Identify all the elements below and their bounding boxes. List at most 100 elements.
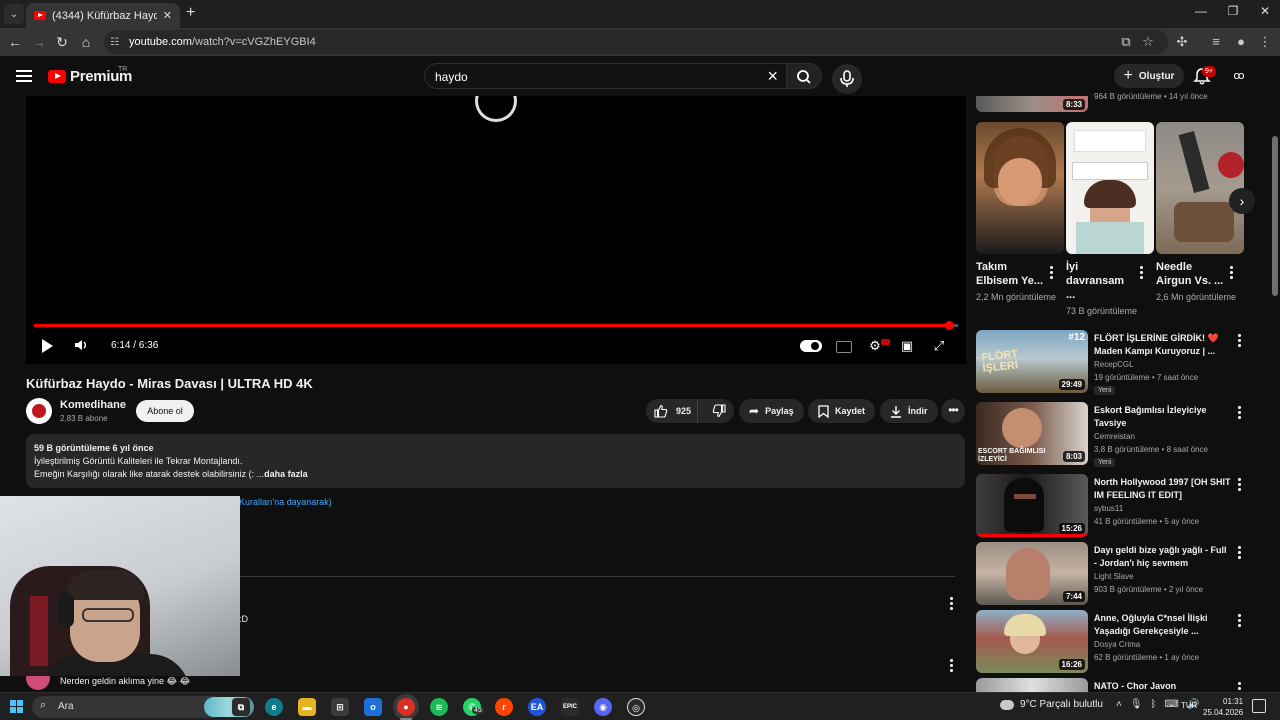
shorts-card[interactable]: İyi davransam ... 73 B görüntüleme — [1066, 122, 1154, 318]
show-more-link[interactable]: daha fazla — [264, 469, 308, 479]
reading-list-icon[interactable]: ≡ — [1207, 33, 1225, 51]
dislike-button[interactable] — [704, 399, 734, 423]
windows-start-icon[interactable] — [10, 700, 24, 714]
progress-bar[interactable] — [34, 324, 958, 327]
install-app-icon[interactable]: ⧉ — [1117, 33, 1135, 51]
volume-icon[interactable] — [74, 338, 88, 352]
shorts-card[interactable]: Takım Elbisem Ye... 2,2 Mn görüntüleme — [976, 122, 1064, 304]
weather-widget[interactable]: 9°C Parçalı bulutlu — [1000, 699, 1103, 710]
create-button[interactable]: + Oluştur — [1114, 64, 1184, 88]
comment-menu-icon[interactable] — [946, 659, 958, 673]
video-thumbnail[interactable]: 16:26 — [976, 610, 1088, 673]
shorts-thumbnail[interactable] — [976, 122, 1064, 254]
close-window-button[interactable]: ✕ — [1250, 4, 1280, 18]
ea-app-icon[interactable]: EA — [528, 698, 546, 716]
channel-avatar[interactable] — [26, 398, 52, 424]
recommended-video[interactable]: FLÖRT İŞLERİ #12 29:49 FLÖRT İŞLERİNE Gİ… — [976, 330, 1266, 395]
like-button[interactable]: 925 — [646, 399, 699, 423]
bookmark-star-icon[interactable]: ☆ — [1139, 33, 1157, 51]
video-title[interactable]: NATO - Chor Javon — [1094, 680, 1232, 692]
autoplay-toggle[interactable] — [800, 340, 822, 352]
description-box[interactable]: 59 B görüntüleme 6 yıl önce İyileştirilm… — [26, 434, 965, 488]
shorts-thumbnail[interactable] — [1156, 122, 1244, 254]
video-title[interactable]: North Hollywood 1997 [OH SHIT IM FEELING… — [1094, 476, 1232, 502]
video-thumbnail[interactable] — [976, 678, 1088, 692]
channel-name[interactable]: sybus11 — [1094, 504, 1123, 513]
video-player[interactable]: 6:14 / 6:36 ⚙ ▣ ⤢ — [26, 96, 966, 364]
recommended-video[interactable]: ESCORT BAĞIMLISI İZLEYİCİ 8:03 Eskort Ba… — [976, 402, 1266, 467]
browser-tab[interactable]: (4344) Küfürbaz Haydo - Miras Dav ✕ — [26, 3, 180, 28]
video-title[interactable]: Eskort Bağımlısı İzleyiciye Tavsiye — [1094, 404, 1232, 430]
channel-name[interactable]: RecepCGL — [1094, 360, 1134, 369]
tab-search-button[interactable]: ⌄ — [4, 4, 24, 24]
taskbar-search[interactable]: ⌕ Ara — [32, 696, 254, 718]
shorts-card[interactable]: Needle Airgun Vs. ... 2,6 Mn görüntüleme — [1156, 122, 1244, 304]
back-arrow-icon[interactable]: ← — [6, 33, 24, 51]
video-menu-icon[interactable] — [1234, 478, 1246, 492]
site-info-icon[interactable]: ☷ — [110, 37, 119, 48]
page-scrollbar-thumb[interactable] — [1272, 136, 1278, 296]
progress-scrubber-handle[interactable] — [945, 321, 954, 330]
file-explorer-icon[interactable]: ▬ — [298, 698, 316, 716]
recommended-video[interactable]: 16:26 Anne, Oğluyla C*nsel İlişki Yaşadı… — [976, 610, 1266, 674]
video-title[interactable]: Dayı geldi bize yağlı yağlı - Full - Jor… — [1094, 544, 1232, 570]
shorts-menu-icon[interactable] — [1226, 266, 1238, 280]
taskbar-clock[interactable]: 01:31 25.04.2026 — [1203, 696, 1243, 718]
obs-icon[interactable]: ◎ — [627, 698, 645, 716]
task-view-icon[interactable]: ⧉ — [232, 698, 250, 716]
video-thumbnail[interactable]: 7:44 — [976, 542, 1088, 605]
tab-close-icon[interactable]: ✕ — [163, 9, 172, 22]
extensions-icon[interactable]: ✣ — [1173, 33, 1191, 51]
profile-icon[interactable]: ● — [1232, 33, 1250, 51]
shorts-title[interactable]: İyi davransam ... — [1066, 260, 1136, 302]
clear-search-icon[interactable]: × — [767, 66, 778, 86]
video-thumbnail[interactable]: ESCORT BAĞIMLISI İZLEYİCİ 8:03 — [976, 402, 1088, 465]
network-icon[interactable]: ⌨ — [1165, 699, 1179, 710]
spotify-icon[interactable]: ≋ — [430, 698, 448, 716]
outlook-icon[interactable]: o — [364, 698, 382, 716]
recommended-video[interactable]: 15:26 North Hollywood 1997 [OH SHIT IM F… — [976, 474, 1266, 538]
search-input[interactable]: haydo × — [424, 63, 786, 89]
shorts-title[interactable]: Takım Elbisem Ye... — [976, 260, 1046, 288]
recommended-video[interactable]: 7:44 Dayı geldi bize yağlı yağlı - Full … — [976, 542, 1266, 606]
new-tab-button[interactable]: + — [186, 4, 195, 22]
video-menu-icon[interactable] — [1234, 682, 1246, 692]
channel-name[interactable]: Cemreistan — [1094, 432, 1135, 441]
community-guidelines-link[interactable]: Kuralları'na dayanarak) — [239, 497, 332, 507]
channel-name[interactable]: Dosya Crima — [1094, 640, 1140, 649]
previous-video-thumbnail[interactable]: 8:33 — [976, 96, 1088, 112]
shorts-title[interactable]: Needle Airgun Vs. ... — [1156, 260, 1226, 288]
shorts-menu-icon[interactable] — [1046, 266, 1058, 280]
subtitles-button[interactable] — [834, 337, 852, 355]
address-bar[interactable]: ☷ youtube.com/watch?v=cVGZhEYGBI4 — [104, 30, 1168, 54]
more-actions-button[interactable]: ••• — [941, 399, 965, 423]
video-menu-icon[interactable] — [1234, 614, 1246, 628]
voice-search-button[interactable] — [832, 64, 862, 94]
search-button[interactable] — [786, 63, 822, 89]
store-icon[interactable]: ⊞ — [331, 698, 349, 716]
bluetooth-icon[interactable]: ᛒ — [1151, 699, 1157, 710]
restore-button[interactable]: ❐ — [1218, 4, 1248, 18]
video-title[interactable]: Anne, Oğluyla C*nsel İlişki Yaşadığı Ger… — [1094, 612, 1232, 638]
play-button-icon[interactable] — [42, 339, 53, 353]
shorts-next-arrow-icon[interactable]: › — [1229, 188, 1255, 214]
account-avatar[interactable]: ꝏ — [1229, 66, 1249, 86]
channel-name[interactable]: Light Slave — [1094, 572, 1134, 581]
video-thumbnail[interactable]: 15:26 — [976, 474, 1088, 537]
reddit-icon[interactable]: r — [495, 698, 513, 716]
video-menu-icon[interactable] — [1234, 406, 1246, 420]
minimize-button[interactable]: — — [1186, 4, 1216, 18]
tray-overflow-icon[interactable]: ˄ — [1116, 699, 1122, 710]
notification-center-icon[interactable] — [1252, 699, 1266, 713]
epic-games-icon[interactable]: EPIC — [561, 698, 579, 716]
microphone-tray-icon[interactable]: 🎙 — [1130, 699, 1143, 710]
video-menu-icon[interactable] — [1234, 546, 1246, 560]
shorts-menu-icon[interactable] — [1136, 266, 1148, 280]
shorts-thumbnail[interactable] — [1066, 122, 1154, 254]
download-button[interactable]: İndir — [880, 399, 938, 423]
video-thumbnail[interactable]: FLÖRT İŞLERİ #12 29:49 — [976, 330, 1088, 393]
video-title[interactable]: FLÖRT İŞLERİNE GİRDİK! ❤️ Maden Kampı Ku… — [1094, 332, 1232, 358]
video-menu-icon[interactable] — [1234, 334, 1246, 348]
chrome-icon[interactable]: ● — [397, 698, 415, 716]
fullscreen-icon[interactable]: ⤢ — [930, 337, 948, 355]
